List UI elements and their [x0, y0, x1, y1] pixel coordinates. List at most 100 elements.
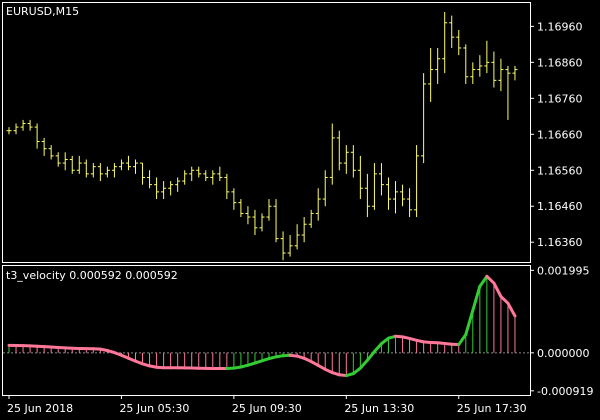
- ohlc-bar: [273, 199, 279, 243]
- ohlc-bar: [456, 29, 462, 56]
- ohlc-bar: [217, 166, 223, 182]
- ohlc-bar: [132, 159, 138, 174]
- ohlc-bar: [428, 47, 434, 102]
- ohlc-bar: [210, 170, 216, 185]
- velocity-segment: [464, 308, 475, 337]
- ohlc-bar: [27, 119, 33, 131]
- ohlc-bar: [449, 15, 455, 48]
- ohlc-bar: [280, 231, 286, 261]
- price-tick-label: 1.16360: [537, 236, 583, 249]
- ohlc-bar: [97, 163, 103, 182]
- velocity-segment: [471, 284, 482, 312]
- ohlc-bar: [336, 130, 342, 171]
- ohlc-bar: [245, 206, 251, 225]
- ohlc-bar: [76, 155, 82, 174]
- ohlc-bar: [407, 188, 413, 218]
- velocity-segment: [358, 358, 369, 370]
- ohlc-bar: [491, 51, 497, 88]
- ohlc-bar: [147, 170, 153, 189]
- ohlc-bar: [357, 155, 363, 200]
- ohlc-bar: [252, 209, 258, 236]
- ohlc-bar: [463, 44, 469, 84]
- indicator-pane-frame: [2, 265, 531, 396]
- ohlc-bar: [34, 123, 40, 149]
- ohlc-bar: [238, 199, 244, 218]
- velocity-segment: [372, 342, 383, 354]
- ohlc-bar: [315, 188, 321, 221]
- ohlc-bar: [41, 137, 47, 156]
- indicator-tick-label: -0.000919: [537, 385, 593, 398]
- time-tick-label: 25 Jun 09:30: [232, 402, 302, 415]
- ohlc-bar: [69, 155, 75, 174]
- ohlc-bar: [477, 55, 483, 77]
- price-tick-label: 1.16760: [537, 92, 583, 105]
- ohlc-bar: [90, 163, 96, 178]
- time-axis: 25 Jun 2018 25 Jun 05:30 25 Jun 09:30 25 Ju…: [7, 395, 527, 415]
- time-tick-label: 25 Jun 05:30: [119, 402, 189, 415]
- ohlc-bar: [414, 145, 420, 218]
- trading-chart[interactable]: EURUSD,M15 1.16960 1.16860 1.16760 1.16660 1…: [0, 0, 600, 420]
- ohlc-bar: [512, 65, 518, 81]
- ohlc-bar: [104, 166, 110, 178]
- ohlc-bar: [505, 65, 511, 120]
- ohlc-bar: [385, 177, 391, 210]
- ohlc-bar: [371, 163, 377, 210]
- velocity-segment: [506, 301, 517, 318]
- ohlc-bar: [322, 170, 328, 207]
- price-tick-label: 1.16560: [537, 164, 583, 177]
- ohlc-bar: [343, 145, 349, 174]
- ohlc-bar: [308, 209, 314, 228]
- ohlc-bar: [442, 11, 448, 74]
- ohlc-bar: [294, 224, 300, 250]
- ohlc-bar: [259, 213, 265, 232]
- velocity-segment: [478, 274, 489, 288]
- indicator-tick-label: 0.001995: [537, 264, 590, 277]
- ohlc-bar: [393, 181, 399, 214]
- indicator-tick-label: 0.000000: [537, 347, 590, 360]
- ohlc-bar: [196, 166, 202, 178]
- ohlc-bar: [175, 177, 181, 192]
- ohlc-bar: [182, 170, 188, 185]
- ohlc-bar: [287, 235, 293, 257]
- price-tick-label: 1.16660: [537, 128, 583, 141]
- velocity-segment: [457, 333, 468, 347]
- ohlc-bar: [48, 145, 54, 160]
- ohlc-bar: [154, 177, 160, 200]
- price-tick-label: 1.16860: [537, 56, 583, 69]
- ohlc-bar: [484, 40, 490, 74]
- ohlc-bar: [400, 184, 406, 207]
- indicator-axis: 0.001995 0.000000 -0.000919: [530, 264, 593, 398]
- price-axis: 1.16960 1.16860 1.16760 1.16660 1.16560 1.164…: [530, 20, 583, 249]
- ohlc-bar: [13, 123, 19, 135]
- ohlc-bar: [161, 181, 167, 200]
- ohlc-bar: [111, 163, 117, 178]
- ohlc-bar: [301, 217, 307, 243]
- ohlc-bar: [20, 119, 26, 131]
- velocity-line: [7, 274, 517, 378]
- ohlc-bar: [224, 173, 230, 200]
- symbol-title: EURUSD,M15: [6, 5, 79, 18]
- ohlc-bar: [364, 173, 370, 218]
- price-bars: [6, 11, 518, 261]
- ohlc-bar: [329, 123, 335, 185]
- ohlc-bar: [470, 62, 476, 84]
- ohlc-bar: [140, 162, 146, 185]
- ohlc-bar: [125, 155, 131, 171]
- ohlc-bar: [55, 152, 61, 167]
- ohlc-bar: [189, 166, 195, 182]
- ohlc-bar: [498, 58, 504, 92]
- ohlc-bar: [378, 163, 384, 196]
- ohlc-bar: [350, 145, 356, 178]
- ohlc-bar: [62, 152, 68, 171]
- time-tick-label: 25 Jun 17:30: [457, 402, 527, 415]
- ohlc-bar: [83, 159, 89, 178]
- ohlc-bar: [266, 199, 272, 221]
- ohlc-bar: [231, 188, 237, 210]
- ohlc-bar: [6, 127, 12, 135]
- ohlc-bar: [421, 73, 427, 164]
- time-tick-label: 25 Jun 2018: [7, 402, 73, 415]
- price-tick-label: 1.16960: [537, 20, 583, 33]
- ohlc-bar: [118, 159, 124, 171]
- ohlc-bar: [168, 181, 174, 196]
- velocity-segment: [492, 281, 503, 298]
